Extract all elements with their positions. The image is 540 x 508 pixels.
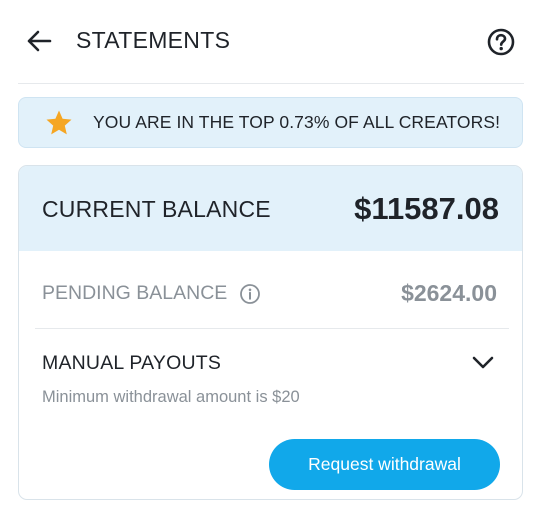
star-icon <box>43 107 75 139</box>
current-balance-label: CURRENT BALANCE <box>42 196 271 222</box>
top-creator-banner: YOU ARE IN THE TOP 0.73% OF ALL CREATORS… <box>18 97 523 148</box>
minimum-withdrawal-note: Minimum withdrawal amount is $20 <box>42 388 300 406</box>
pending-balance-row: PENDING BALANCE <box>42 282 261 305</box>
card-divider <box>35 328 509 329</box>
current-balance-row: CURRENT BALANCE $11587.08 <box>19 166 522 251</box>
current-balance-value: $11587.08 <box>354 191 499 226</box>
arrow-left-icon <box>27 30 52 52</box>
balance-card: CURRENT BALANCE $11587.08 PENDING BALANC… <box>18 165 523 500</box>
header-divider <box>18 83 524 84</box>
page-title: STATEMENTS <box>76 27 231 53</box>
banner-text: YOU ARE IN THE TOP 0.73% OF ALL CREATORS… <box>93 112 501 132</box>
question-circle-icon <box>487 28 515 56</box>
info-circle-icon[interactable] <box>239 283 261 305</box>
pending-balance-label: PENDING BALANCE <box>42 282 228 304</box>
header: STATEMENTS <box>0 0 540 84</box>
statements-page: STATEMENTS YOU ARE IN THE TOP 0.73% OF A… <box>0 0 540 508</box>
chevron-down-icon[interactable] <box>468 350 498 376</box>
manual-payouts-label: MANUAL PAYOUTS <box>42 352 222 374</box>
request-withdrawal-button[interactable]: Request withdrawal <box>269 439 500 490</box>
back-button[interactable] <box>22 26 56 56</box>
help-button[interactable] <box>484 25 518 59</box>
pending-balance-value: $2624.00 <box>401 280 497 306</box>
